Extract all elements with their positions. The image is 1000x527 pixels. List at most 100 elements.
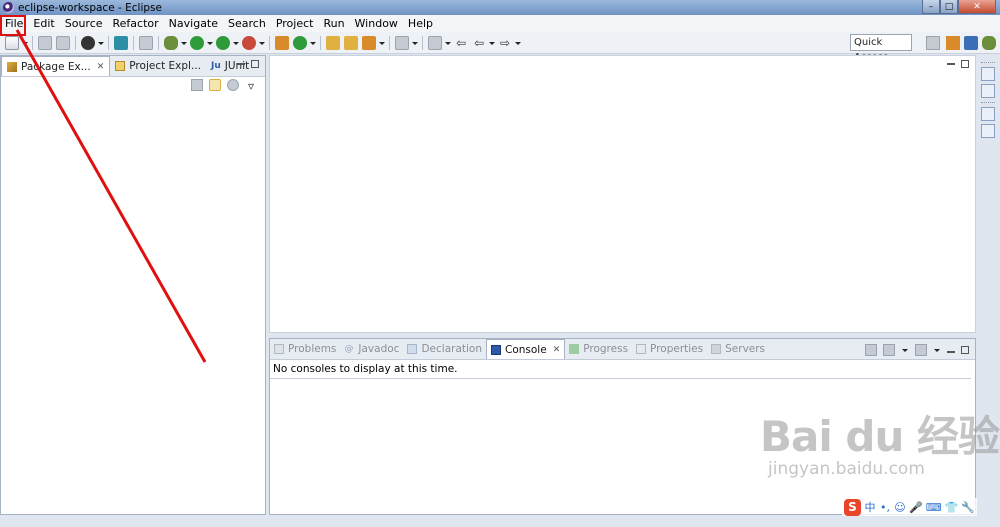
skip-breakpoints-icon[interactable] (139, 35, 153, 50)
settings-wrench-icon[interactable]: 🔧 (961, 501, 975, 514)
next-annotation-dropdown-icon[interactable] (412, 36, 418, 50)
emoji-icon[interactable]: ☺ (894, 501, 906, 514)
coverage-dropdown-icon[interactable] (233, 36, 239, 50)
maximize-view-icon[interactable] (251, 60, 259, 68)
quick-access-field[interactable]: Quick Access (850, 34, 912, 63)
external-tools-icon[interactable] (242, 35, 256, 50)
menu-window[interactable]: Window (350, 15, 403, 32)
run-icon[interactable] (190, 35, 204, 50)
close-button[interactable]: ✕ (958, 0, 996, 14)
minimize-button[interactable]: – (922, 0, 940, 14)
junit-icon: Ju (211, 61, 221, 71)
menu-refactor[interactable]: Refactor (108, 15, 164, 32)
tab-package-explorer[interactable]: Package Ex... ✕ (1, 56, 111, 76)
restore-icon[interactable] (981, 67, 995, 81)
window-controls: – □ ✕ (922, 0, 996, 14)
forward-icon[interactable]: ⇨ (498, 36, 512, 50)
new-java-class-dropdown-icon[interactable] (310, 36, 316, 50)
keyboard-icon[interactable]: ⌨ (926, 501, 942, 514)
coverage-icon[interactable] (216, 35, 230, 50)
debug-dropdown-icon[interactable] (181, 36, 187, 50)
tab-project-explorer[interactable]: Project Expl... (110, 56, 206, 76)
menu-run[interactable]: Run (318, 15, 349, 32)
maximize-view-icon[interactable] (961, 346, 969, 354)
menu-source[interactable]: Source (60, 15, 108, 32)
task-list-icon[interactable] (981, 124, 995, 138)
tab-progress[interactable]: Progress (565, 339, 632, 359)
display-console-dropdown-icon[interactable] (902, 343, 908, 357)
main-toolbar: ⇦ ⇦ ⇨ Quick Access (0, 32, 1000, 63)
view-menu-icon[interactable]: ▿ (245, 79, 257, 93)
terminal-icon[interactable] (114, 35, 128, 50)
package-explorer-panel: Package Ex... ✕ Project Expl... Ju JUnit… (0, 55, 266, 515)
display-selected-console-icon[interactable] (883, 344, 895, 356)
tab-servers[interactable]: Servers (707, 339, 769, 359)
back-icon[interactable]: ⇦ (472, 36, 486, 50)
maximize-editor-icon[interactable] (961, 60, 969, 68)
restore-icon[interactable] (981, 107, 995, 121)
left-panel-window-controls (237, 60, 259, 68)
package-explorer-icon (7, 61, 17, 72)
open-task-icon[interactable] (344, 35, 358, 50)
open-perspective-icon[interactable] (926, 36, 940, 50)
java-ee-perspective-icon[interactable] (946, 36, 960, 50)
run-dropdown-icon[interactable] (207, 36, 213, 50)
previous-annotation-icon[interactable] (428, 35, 442, 50)
tab-problems[interactable]: Problems (270, 339, 340, 359)
tab-label: Properties (650, 343, 704, 355)
target-icon[interactable] (81, 35, 95, 50)
maximize-button[interactable]: □ (940, 0, 958, 14)
window-title: eclipse-workspace - Eclipse (18, 1, 162, 14)
new-java-class-icon[interactable] (293, 35, 307, 50)
tab-javadoc[interactable]: @ Javadoc (340, 339, 403, 359)
baidu-jingyan-watermark: Bai du 经验 jingyan.baidu.com (760, 412, 1000, 480)
menu-help[interactable]: Help (403, 15, 438, 32)
back-dropdown-icon[interactable] (489, 36, 495, 50)
collapse-all-icon[interactable] (191, 79, 203, 91)
forward-dropdown-icon[interactable] (515, 36, 521, 50)
minimize-view-icon[interactable] (237, 60, 245, 65)
search-dropdown-icon[interactable] (379, 36, 385, 50)
sogou-logo-icon[interactable]: S (844, 498, 861, 516)
next-annotation-icon[interactable] (395, 35, 409, 50)
open-type-icon[interactable] (326, 35, 340, 50)
menu-edit[interactable]: Edit (28, 15, 59, 32)
skin-icon[interactable]: 👕 (945, 501, 959, 514)
right-trim-stack (978, 58, 998, 158)
chinese-mode-icon[interactable]: 中 (864, 499, 876, 515)
focus-icon[interactable] (227, 79, 239, 91)
progress-icon (569, 344, 580, 354)
java-perspective-icon[interactable] (964, 36, 978, 50)
pin-console-icon[interactable] (865, 344, 877, 356)
close-tab-icon[interactable]: ✕ (553, 345, 561, 355)
external-tools-dropdown-icon[interactable] (259, 36, 265, 50)
tab-properties[interactable]: Properties (632, 339, 707, 359)
minimize-editor-icon[interactable] (947, 60, 955, 65)
open-console-dropdown-icon[interactable] (934, 343, 940, 357)
tab-console[interactable]: Console ✕ (486, 339, 566, 359)
minimize-view-icon[interactable] (947, 348, 955, 353)
target-dropdown-icon[interactable] (98, 36, 104, 50)
previous-annotation-dropdown-icon[interactable] (445, 36, 451, 50)
save-icon[interactable] (38, 35, 52, 50)
toolbar-separator (158, 35, 159, 50)
menu-project[interactable]: Project (271, 15, 319, 32)
open-console-icon[interactable] (915, 344, 927, 356)
close-tab-icon[interactable]: ✕ (97, 62, 105, 72)
new-icon[interactable] (5, 35, 19, 50)
debug-icon[interactable] (164, 35, 178, 50)
new-java-project-icon[interactable] (275, 35, 289, 50)
watermark-logo: Bai du 经验 (760, 412, 1000, 461)
last-edit-location-icon[interactable]: ⇦ (454, 36, 468, 50)
debug-perspective-icon[interactable] (982, 36, 996, 50)
search-icon[interactable] (362, 35, 376, 50)
new-dropdown-icon[interactable] (22, 36, 28, 50)
menu-search[interactable]: Search (223, 15, 271, 32)
punctuation-icon[interactable]: •, (879, 501, 891, 514)
link-with-editor-icon[interactable] (209, 79, 221, 91)
tab-declaration[interactable]: Declaration (403, 339, 486, 359)
microphone-icon[interactable]: 🎤 (909, 501, 923, 514)
outline-icon[interactable] (981, 84, 995, 98)
save-all-icon[interactable] (56, 35, 70, 50)
menu-navigate[interactable]: Navigate (164, 15, 223, 32)
